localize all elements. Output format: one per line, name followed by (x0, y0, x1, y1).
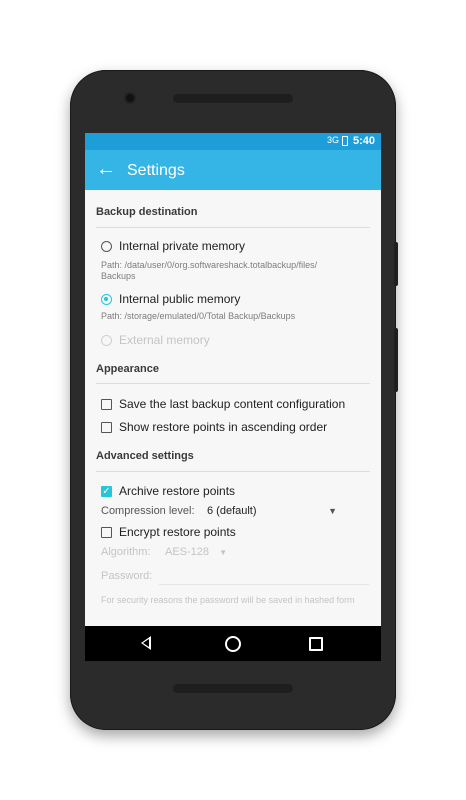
nav-back-icon[interactable] (141, 636, 151, 650)
radio-label: External memory (119, 333, 210, 347)
algorithm-value: AES-128 (165, 546, 210, 558)
algorithm-label: Algorithm: (101, 546, 151, 558)
compression-level-value: 6 (default) (207, 505, 257, 517)
compression-level-dropdown[interactable]: 6 (default) ▼ (207, 502, 337, 520)
radio-checked-icon (101, 293, 112, 305)
radio-label: Internal private memory (119, 239, 246, 253)
section-title-advanced: Advanced settings (96, 450, 194, 462)
nav-recents-icon[interactable] (309, 637, 323, 651)
radio-internal-public[interactable]: Internal public memory (101, 290, 240, 308)
screen: 3G 5:40 ← Settings Backup destination In… (85, 133, 381, 661)
algorithm-dropdown: AES-128 ▼ (165, 543, 227, 561)
radio-label: Internal public memory (119, 292, 241, 306)
radio-disabled-icon (101, 334, 112, 346)
navigation-bar (85, 626, 381, 661)
checkbox-label: Show restore points in ascending order (119, 420, 328, 434)
checkbox-label: Encrypt restore points (119, 525, 236, 539)
compression-level-label: Compression level: (101, 505, 195, 517)
front-camera (126, 94, 134, 102)
path-internal-public: Path: /storage/emulated/0/Total Backup/B… (101, 311, 296, 321)
battery-icon (342, 136, 348, 146)
checkbox-save-last-config[interactable]: Save the last backup content configurati… (101, 395, 345, 413)
earpiece-speaker (173, 94, 293, 103)
page-title: Settings (127, 162, 185, 179)
section-divider (96, 471, 370, 472)
checkbox-unchecked-icon (101, 421, 112, 433)
checkbox-ascending-order[interactable]: Show restore points in ascending order (101, 418, 327, 436)
section-divider (96, 227, 370, 228)
password-label: Password: (101, 570, 153, 582)
status-bar: 3G 5:40 (85, 133, 381, 150)
checkbox-unchecked-icon (101, 526, 112, 538)
bottom-speaker (173, 684, 293, 693)
dropdown-arrow-icon: ▼ (328, 506, 337, 516)
checkbox-checked-icon: ✓ (101, 485, 112, 497)
app-bar: ← Settings (85, 150, 381, 190)
section-title-appearance: Appearance (96, 363, 159, 375)
checkbox-archive-restore-points[interactable]: ✓ Archive restore points (101, 482, 235, 500)
status-time: 5:40 (352, 135, 375, 147)
section-title-backup-destination: Backup destination (96, 206, 198, 218)
radio-internal-private[interactable]: Internal private memory (101, 237, 245, 255)
nav-home-icon[interactable] (225, 636, 241, 652)
checkbox-label: Archive restore points (119, 484, 236, 498)
radio-unchecked-icon (101, 240, 112, 252)
section-divider (96, 383, 370, 384)
power-button (394, 242, 398, 286)
password-field-underline (159, 584, 369, 585)
checkbox-encrypt-restore-points[interactable]: Encrypt restore points (101, 523, 236, 541)
back-arrow-icon[interactable]: ← (95, 159, 117, 179)
dropdown-arrow-icon: ▼ (219, 547, 227, 557)
checkbox-unchecked-icon (101, 398, 112, 410)
radio-external-memory: External memory (101, 331, 210, 349)
volume-button (394, 328, 398, 392)
signal-icon: 3G (326, 135, 339, 145)
settings-list[interactable]: Backup destination Internal private memo… (85, 190, 381, 626)
checkbox-label: Save the last backup content configurati… (119, 397, 346, 411)
password-note: For security reasons the password will b… (101, 595, 355, 605)
path-internal-private: Path: /data/user/0/org.softwareshack.tot… (101, 260, 318, 281)
